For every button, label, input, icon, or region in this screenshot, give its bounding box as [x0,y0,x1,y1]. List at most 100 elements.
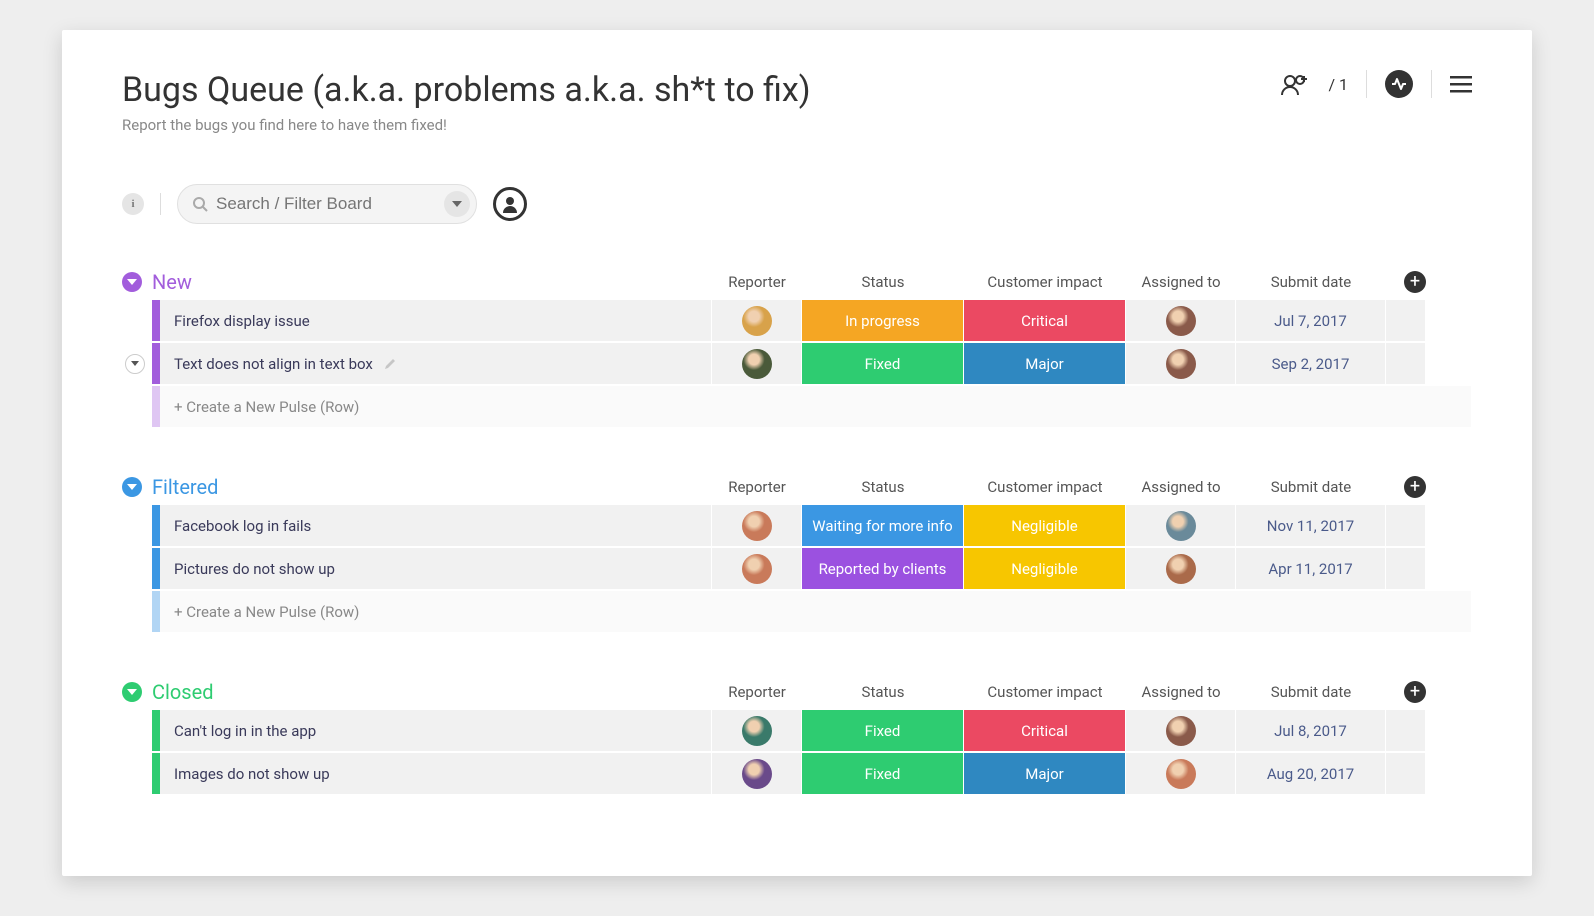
status-cell[interactable]: Fixed [802,753,964,794]
reporter-cell[interactable] [712,300,802,341]
add-column[interactable]: + [1386,271,1426,293]
collapse-toggle[interactable] [122,682,142,702]
group-header: FilteredReporterStatusCustomer impactAss… [122,469,1472,505]
date-cell[interactable]: Jul 8, 2017 [1236,710,1386,751]
person-filter[interactable] [493,187,527,221]
expand-toggle[interactable] [124,343,146,384]
members-icon[interactable] [1280,73,1310,95]
reporter-cell[interactable] [712,548,802,589]
status-cell[interactable]: Fixed [802,343,964,384]
status-cell[interactable]: Fixed [802,710,964,751]
add-column[interactable]: + [1386,681,1426,703]
column-header-date[interactable]: Submit date [1236,273,1386,291]
impact-cell[interactable]: Critical [964,300,1126,341]
date-cell[interactable]: Aug 20, 2017 [1236,753,1386,794]
reporter-avatar[interactable] [742,716,772,746]
create-row-label[interactable]: + Create a New Pulse (Row) [160,591,1472,632]
column-header-impact[interactable]: Customer impact [964,273,1126,291]
table-row[interactable]: Images do not show up FixedMajor Aug 20, 2… [152,753,1472,794]
row-title[interactable]: Facebook log in fails [160,505,712,546]
reporter-avatar[interactable] [742,554,772,584]
reporter-cell[interactable] [712,505,802,546]
group-color-bar [152,343,160,384]
column-header-impact[interactable]: Customer impact [964,478,1126,496]
column-header-assigned[interactable]: Assigned to [1126,273,1236,291]
column-header-status[interactable]: Status [802,478,964,496]
rows: Facebook log in fails Waiting for more in… [152,505,1472,632]
assigned-avatar[interactable] [1166,716,1196,746]
assigned-cell[interactable] [1126,753,1236,794]
status-cell[interactable]: In progress [802,300,964,341]
row-title[interactable]: Pictures do not show up [160,548,712,589]
create-row[interactable]: + Create a New Pulse (Row) [152,386,1472,427]
row-title[interactable]: Images do not show up [160,753,712,794]
table-row[interactable]: Pictures do not show up Reported by clien… [152,548,1472,589]
column-header-status[interactable]: Status [802,273,964,291]
group-name[interactable]: Closed [152,680,712,704]
expand-spacer [124,753,146,794]
date-cell[interactable]: Sep 2, 2017 [1236,343,1386,384]
reporter-cell[interactable] [712,343,802,384]
row-title[interactable]: Text does not align in text box [160,343,712,384]
reporter-avatar[interactable] [742,306,772,336]
add-column[interactable]: + [1386,476,1426,498]
impact-cell[interactable]: Negligible [964,548,1126,589]
column-header-reporter[interactable]: Reporter [712,683,802,701]
pencil-icon[interactable] [383,357,397,371]
table-row[interactable]: Can't log in in the app FixedCritical Jul … [152,710,1472,751]
assigned-cell[interactable] [1126,548,1236,589]
reporter-cell[interactable] [712,753,802,794]
create-row[interactable]: + Create a New Pulse (Row) [152,591,1472,632]
column-header-reporter[interactable]: Reporter [712,478,802,496]
collapse-toggle[interactable] [122,477,142,497]
impact-cell[interactable]: Negligible [964,505,1126,546]
table-row[interactable]: Text does not align in text box FixedMajo… [152,343,1472,384]
assigned-avatar[interactable] [1166,306,1196,336]
assigned-avatar[interactable] [1166,349,1196,379]
search-input[interactable] [208,194,444,214]
date-cell[interactable]: Jul 7, 2017 [1236,300,1386,341]
reporter-avatar[interactable] [742,511,772,541]
group-color-bar [152,710,160,751]
column-header-date[interactable]: Submit date [1236,683,1386,701]
assigned-cell[interactable] [1126,505,1236,546]
assigned-avatar[interactable] [1166,759,1196,789]
row-trail [1386,505,1426,546]
assigned-cell[interactable] [1126,300,1236,341]
table-row[interactable]: Firefox display issue In progressCritical… [152,300,1472,341]
info-icon[interactable]: i [122,193,144,215]
group-name[interactable]: Filtered [152,475,712,499]
expand-spacer [124,505,146,546]
status-cell[interactable]: Reported by clients [802,548,964,589]
assigned-cell[interactable] [1126,710,1236,751]
expand-spacer [124,591,146,632]
reporter-avatar[interactable] [742,349,772,379]
column-header-impact[interactable]: Customer impact [964,683,1126,701]
search-dropdown[interactable] [444,191,470,217]
assigned-avatar[interactable] [1166,554,1196,584]
status-cell[interactable]: Waiting for more info [802,505,964,546]
create-row-label[interactable]: + Create a New Pulse (Row) [160,386,1472,427]
impact-cell[interactable]: Major [964,753,1126,794]
assigned-cell[interactable] [1126,343,1236,384]
table-row[interactable]: Facebook log in fails Waiting for more in… [152,505,1472,546]
column-header-status[interactable]: Status [802,683,964,701]
column-header-reporter[interactable]: Reporter [712,273,802,291]
reporter-cell[interactable] [712,710,802,751]
column-header-assigned[interactable]: Assigned to [1126,478,1236,496]
row-title[interactable]: Can't log in in the app [160,710,712,751]
assigned-avatar[interactable] [1166,511,1196,541]
row-title[interactable]: Firefox display issue [160,300,712,341]
column-header-assigned[interactable]: Assigned to [1126,683,1236,701]
reporter-avatar[interactable] [742,759,772,789]
collapse-toggle[interactable] [122,272,142,292]
impact-cell[interactable]: Critical [964,710,1126,751]
activity-icon[interactable] [1385,70,1413,98]
date-cell[interactable]: Nov 11, 2017 [1236,505,1386,546]
search-box[interactable] [177,184,477,224]
column-header-date[interactable]: Submit date [1236,478,1386,496]
group-name[interactable]: New [152,270,712,294]
impact-cell[interactable]: Major [964,343,1126,384]
date-cell[interactable]: Apr 11, 2017 [1236,548,1386,589]
menu-icon[interactable] [1450,75,1472,93]
